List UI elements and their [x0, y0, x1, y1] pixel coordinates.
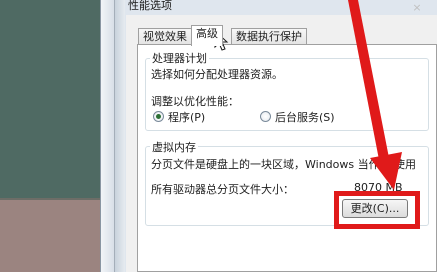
tab-advanced[interactable]: 高级 [191, 25, 223, 46]
